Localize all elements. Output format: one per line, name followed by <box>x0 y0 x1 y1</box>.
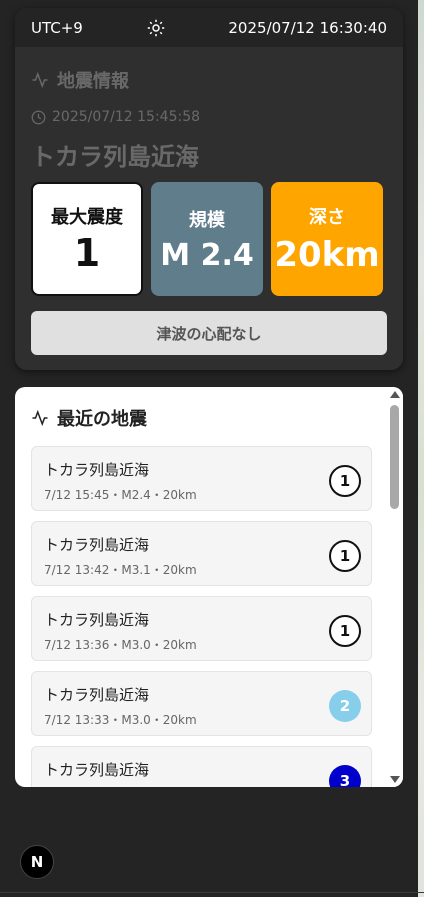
magnitude-card: 規模 M 2.4 <box>151 182 263 296</box>
list-item[interactable]: トカラ列島近海 7/12 13:33・M3.0・20km 2 <box>31 671 372 736</box>
item-meta: 7/12 13:42・M3.1・20km <box>44 563 197 577</box>
depth-card: 深さ 20km <box>271 182 383 296</box>
scroll-thumb[interactable] <box>390 405 399 509</box>
recent-earthquakes-panel: 最近の地震 トカラ列島近海 7/12 15:45・M2.4・20km 1 トカラ… <box>15 387 403 787</box>
scroll-down-arrow-icon[interactable] <box>390 776 400 783</box>
item-meta: 7/12 15:45・M2.4・20km <box>44 488 197 502</box>
info-title-label: 地震情報 <box>57 71 129 92</box>
item-place: トカラ列島近海 <box>44 761 150 779</box>
scroll-up-arrow-icon[interactable] <box>390 391 400 398</box>
intensity-badge: 1 <box>329 465 361 497</box>
info-title: 地震情報 <box>15 67 403 93</box>
intensity-value: 1 <box>73 231 101 275</box>
info-time-label: 2025/07/12 15:45:58 <box>52 109 201 125</box>
timezone-label: UTC+9 <box>31 18 83 37</box>
info-time: 2025/07/12 15:45:58 <box>15 109 403 125</box>
list-item[interactable]: トカラ列島近海 7/12 15:45・M2.4・20km 1 <box>31 446 372 511</box>
summary-cards: 最大震度 1 規模 M 2.4 深さ 20km <box>31 182 383 296</box>
earthquake-info-panel: UTC+9 2025/07/12 16:30:40 地震情報 2025/07/1… <box>15 8 403 370</box>
intensity-label: 最大震度 <box>51 207 123 228</box>
header-bar: UTC+9 2025/07/12 16:30:40 <box>15 8 403 47</box>
depth-label: 深さ <box>309 207 345 228</box>
item-place: トカラ列島近海 <box>44 461 150 479</box>
recent-list: トカラ列島近海 7/12 15:45・M2.4・20km 1 トカラ列島近海 7… <box>31 446 372 787</box>
list-item[interactable]: トカラ列島近海 3 <box>31 746 372 787</box>
intensity-card: 最大震度 1 <box>31 182 143 296</box>
recent-title: 最近の地震 <box>15 387 403 431</box>
item-place: トカラ列島近海 <box>44 686 150 704</box>
list-item[interactable]: トカラ列島近海 7/12 13:36・M3.0・20km 1 <box>31 596 372 661</box>
intensity-badge: 1 <box>329 540 361 572</box>
info-place: トカラ列島近海 <box>31 143 199 171</box>
framework-badge-button[interactable]: N <box>20 845 54 879</box>
item-place: トカラ列島近海 <box>44 611 150 629</box>
item-place: トカラ列島近海 <box>44 536 150 554</box>
map-background[interactable] <box>418 0 424 897</box>
list-scrollbar[interactable] <box>386 387 403 787</box>
tsunami-status: 津波の心配なし <box>31 311 387 355</box>
item-meta: 7/12 13:33・M3.0・20km <box>44 713 197 727</box>
sun-icon[interactable] <box>147 19 165 37</box>
divider <box>0 892 424 893</box>
magnitude-value: M 2.4 <box>160 237 254 273</box>
activity-icon <box>32 409 48 427</box>
recent-title-label: 最近の地震 <box>57 409 147 430</box>
depth-value: 20km <box>274 235 380 275</box>
list-item[interactable]: トカラ列島近海 7/12 13:42・M3.1・20km 1 <box>31 521 372 586</box>
current-datetime: 2025/07/12 16:30:40 <box>228 18 387 37</box>
clock-icon <box>31 110 46 124</box>
intensity-badge: 2 <box>329 690 361 722</box>
activity-icon <box>32 71 48 89</box>
item-meta: 7/12 13:36・M3.0・20km <box>44 638 197 652</box>
intensity-badge: 1 <box>329 615 361 647</box>
magnitude-label: 規模 <box>189 209 225 231</box>
